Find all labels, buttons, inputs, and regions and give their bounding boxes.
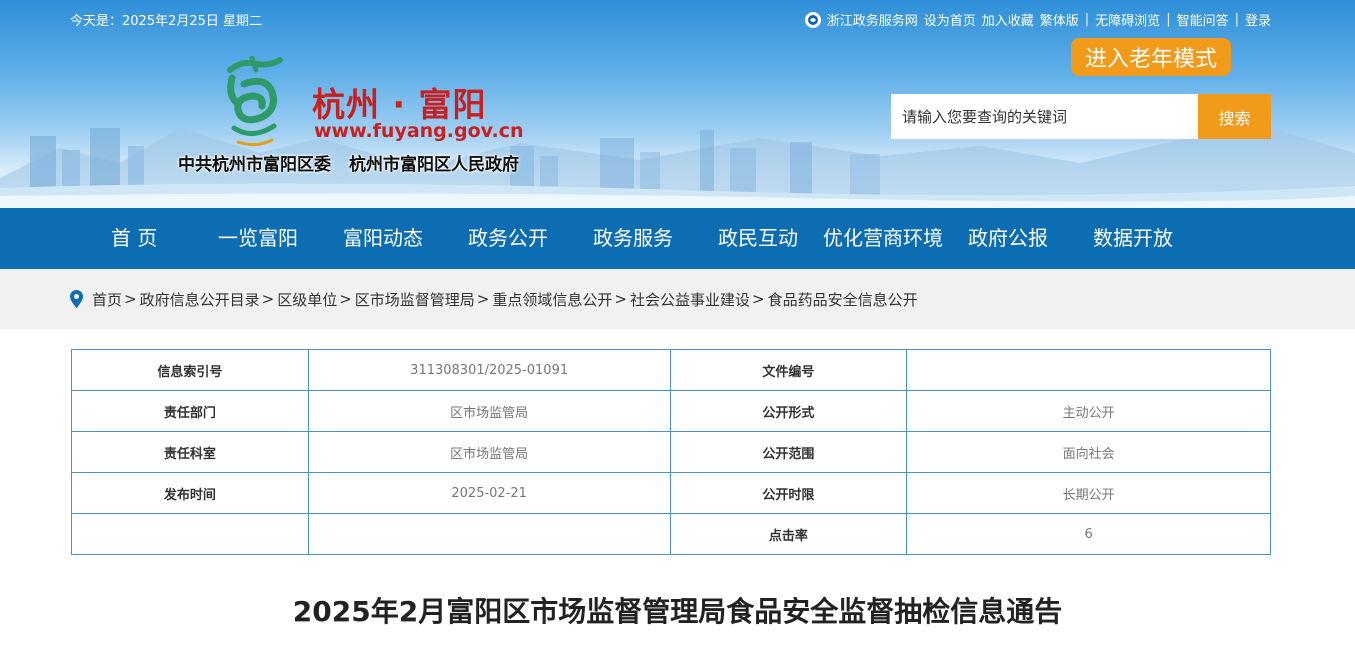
breadcrumb-separator: > bbox=[476, 290, 490, 308]
divider: | bbox=[1166, 12, 1171, 27]
top-links: 浙江政务服务网 设为首页 加入收藏 繁体版 | 无障碍浏览 | 智能问答 | 登… bbox=[804, 10, 1271, 29]
table-row: 发布时间 2025-02-21 公开时限 长期公开 bbox=[71, 472, 1271, 514]
value-section: 区市场监管局 bbox=[307, 431, 671, 473]
article-title: 2025年2月富阳区市场监督管理局食品安全监督抽检信息通告 bbox=[292, 595, 1063, 628]
breadcrumb-item[interactable]: 食品药品安全信息公开 bbox=[768, 289, 918, 310]
divider: | bbox=[1084, 12, 1090, 27]
value-disclosure-period: 长期公开 bbox=[906, 472, 1271, 514]
value-disclosure-form: 主动公开 bbox=[906, 390, 1271, 432]
breadcrumb-separator: > bbox=[339, 290, 352, 308]
label-publish-date: 发布时间 bbox=[71, 472, 309, 514]
login-link[interactable]: 登录 bbox=[1245, 10, 1271, 29]
breadcrumb-separator: > bbox=[751, 290, 765, 308]
info-metadata-table: 信息索引号 311308301/2025-01091 文件编号 责任部门 区市场… bbox=[71, 349, 1271, 555]
accessible-browse-link[interactable]: 无障碍浏览 bbox=[1095, 10, 1160, 29]
senior-mode-button[interactable]: 进入老年模式 bbox=[1071, 38, 1231, 76]
search-input[interactable] bbox=[891, 94, 1198, 139]
label-index-number: 信息索引号 bbox=[71, 349, 309, 391]
nav-news[interactable]: 富阳动态 bbox=[343, 208, 423, 269]
label-document-number: 文件编号 bbox=[669, 349, 908, 391]
fuyang-logo-icon[interactable] bbox=[222, 56, 286, 152]
nav-interaction[interactable]: 政民互动 bbox=[718, 208, 798, 269]
table-row: 信息索引号 311308301/2025-01091 文件编号 bbox=[71, 349, 1271, 391]
main-nav: 首 页 一览富阳 富阳动态 政务公开 政务服务 政民互动 优化营商环境 政府公报… bbox=[0, 208, 1355, 269]
value-publish-date: 2025-02-21 bbox=[307, 472, 671, 514]
table-row: 点击率 6 bbox=[71, 513, 1271, 555]
breadcrumb-item[interactable]: 首页 bbox=[92, 289, 122, 310]
smart-qa-link[interactable]: 智能问答 bbox=[1177, 10, 1229, 29]
search-button[interactable]: 搜索 bbox=[1198, 94, 1271, 139]
zhejiang-service-icon bbox=[804, 11, 821, 28]
value-index-number: 311308301/2025-01091 bbox=[307, 349, 671, 391]
organization-names: 中共杭州市富阳区委 杭州市富阳区人民政府 bbox=[178, 150, 519, 175]
table-row: 责任部门 区市场监管局 公开形式 主动公开 bbox=[71, 390, 1271, 432]
zhejiang-service-link[interactable]: 浙江政务服务网 bbox=[827, 10, 918, 29]
site-header: 今天是：2025年2月25日 星期二 浙江政务服务网 设为首页 加入收藏 繁体版… bbox=[0, 0, 1355, 208]
nav-overview[interactable]: 一览富阳 bbox=[218, 208, 298, 269]
breadcrumb-bar: 首页 > 政府信息公开目录 > 区级单位 > 区市场监督管理局 > 重点领域信息公开 > … bbox=[0, 269, 1355, 329]
label-disclosure-form: 公开形式 bbox=[669, 390, 908, 432]
site-url: www.fuyang.gov.cn bbox=[314, 120, 524, 142]
label-disclosure-scope: 公开范围 bbox=[669, 431, 908, 473]
set-home-link[interactable]: 设为首页 bbox=[924, 10, 976, 29]
site-name: 杭州 · 富阳 bbox=[312, 85, 487, 124]
add-favorite-link[interactable]: 加入收藏 bbox=[982, 10, 1034, 29]
nav-gov-affairs[interactable]: 政务公开 bbox=[468, 208, 548, 269]
empty-cell bbox=[307, 513, 671, 555]
search-box: 搜索 bbox=[891, 94, 1271, 139]
breadcrumb-item[interactable]: 区市场监督管理局 bbox=[355, 289, 475, 310]
nav-home[interactable]: 首 页 bbox=[111, 208, 157, 269]
value-document-number bbox=[906, 349, 1271, 391]
government-name: 杭州市富阳区人民政府 bbox=[349, 155, 519, 175]
nav-gov-services[interactable]: 政务服务 bbox=[593, 208, 673, 269]
nav-business-env[interactable]: 优化营商环境 bbox=[823, 208, 943, 269]
breadcrumb-item[interactable]: 重点领域信息公开 bbox=[492, 289, 612, 310]
label-disclosure-period: 公开时限 bbox=[669, 472, 908, 514]
label-department: 责任部门 bbox=[71, 390, 309, 432]
nav-open-data[interactable]: 数据开放 bbox=[1093, 208, 1173, 269]
value-click-count: 6 bbox=[906, 513, 1271, 555]
divider: | bbox=[1234, 12, 1239, 27]
breadcrumb-separator: > bbox=[614, 290, 627, 308]
top-bar: 今天是：2025年2月25日 星期二 浙江政务服务网 设为首页 加入收藏 繁体版… bbox=[70, 10, 1271, 30]
party-committee-name: 中共杭州市富阳区委 bbox=[178, 155, 331, 175]
breadcrumb-item[interactable]: 政府信息公开目录 bbox=[140, 289, 260, 310]
empty-cell bbox=[71, 513, 309, 555]
breadcrumb-separator: > bbox=[124, 290, 137, 308]
location-pin-icon bbox=[70, 290, 83, 308]
value-department: 区市场监管局 bbox=[307, 390, 671, 432]
label-section: 责任科室 bbox=[71, 431, 309, 473]
current-date: 今天是：2025年2月25日 星期二 bbox=[70, 14, 263, 29]
breadcrumb: 首页 > 政府信息公开目录 > 区级单位 > 区市场监督管理局 > 重点领域信息公开 > … bbox=[70, 269, 918, 329]
nav-gazette[interactable]: 政府公报 bbox=[968, 208, 1048, 269]
breadcrumb-item[interactable]: 区级单位 bbox=[277, 289, 337, 310]
traditional-chinese-link[interactable]: 繁体版 bbox=[1040, 10, 1079, 29]
label-click-count: 点击率 bbox=[669, 513, 908, 555]
breadcrumb-item[interactable]: 社会公益事业建设 bbox=[630, 289, 750, 310]
breadcrumb-separator: > bbox=[261, 290, 275, 308]
value-disclosure-scope: 面向社会 bbox=[906, 431, 1271, 473]
table-row: 责任科室 区市场监管局 公开范围 面向社会 bbox=[71, 431, 1271, 473]
